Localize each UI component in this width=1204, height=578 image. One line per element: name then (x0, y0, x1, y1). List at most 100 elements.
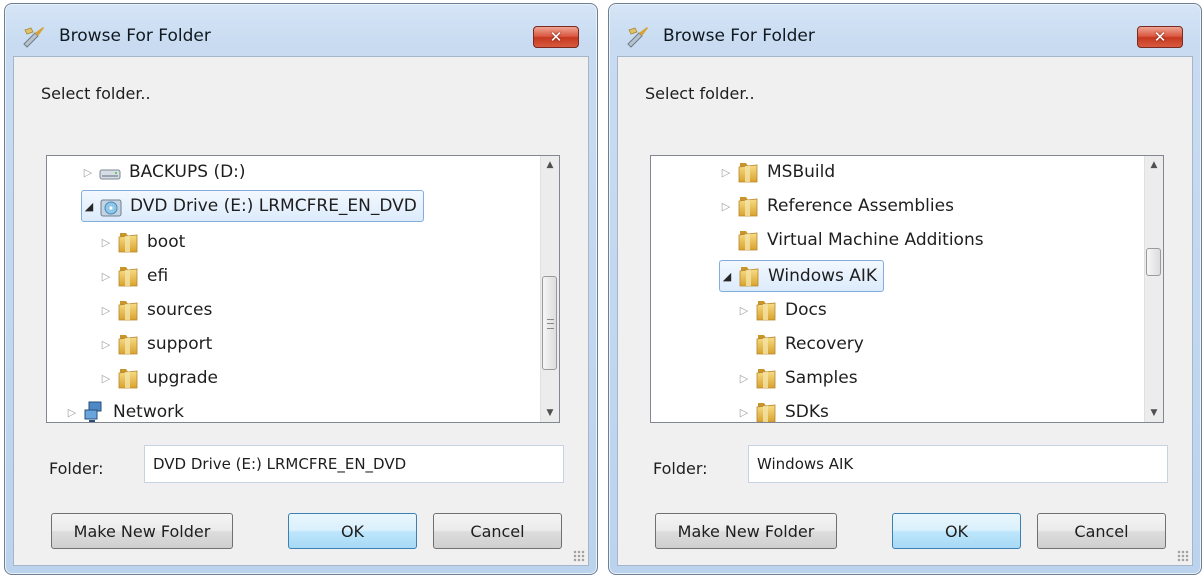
browse-for-folder-dialog: Browse For Folder ✕ Select folder.. ▷ MS… (608, 3, 1202, 575)
tree-item-label: MSBuild (767, 162, 836, 182)
folder-label: Folder: (653, 459, 708, 478)
expand-arrow-icon[interactable]: ▷ (719, 199, 733, 213)
title-bar[interactable]: Browse For Folder ✕ (5, 4, 597, 62)
dialog-title: Browse For Folder (59, 26, 211, 46)
ok-button[interactable]: OK (288, 513, 417, 549)
tree-item-label: Samples (785, 368, 858, 388)
scroll-up-arrow-icon[interactable]: ▲ (541, 156, 559, 174)
folder-icon (117, 230, 139, 254)
tree-item-samples[interactable]: ▷ Samples (737, 362, 858, 394)
scrollbar-thumb[interactable] (1146, 248, 1161, 276)
hard-drive-icon (99, 160, 121, 184)
scroll-up-arrow-icon[interactable]: ▲ (1145, 156, 1163, 174)
collapse-arrow-icon[interactable]: ◢ (82, 199, 96, 213)
expand-arrow-icon[interactable]: ▷ (65, 405, 79, 419)
ok-button[interactable]: OK (892, 513, 1021, 549)
tree-item-label: sources (147, 300, 213, 320)
tree-item-label: efi (147, 266, 169, 286)
vertical-scrollbar[interactable]: ▲ ▼ (1144, 156, 1163, 422)
expand-arrow-icon[interactable]: ▷ (81, 165, 95, 179)
dvd-drive-icon (100, 194, 122, 218)
resize-grip-icon[interactable] (573, 550, 585, 562)
tree-item-virtual-machine-additions[interactable]: Virtual Machine Additions (737, 224, 984, 256)
folder-icon (737, 194, 759, 218)
dialog-client-area: Select folder.. ▷ BACKUPS (D:) ◢ DVD Dri… (13, 56, 589, 566)
tree-item-recovery[interactable]: Recovery (755, 328, 864, 360)
browse-for-folder-dialog: Browse For Folder ✕ Select folder.. ▷ BA… (4, 3, 598, 575)
tree-item-support[interactable]: ▷ support (99, 328, 212, 360)
browse-folder-icon (625, 24, 651, 50)
expand-arrow-icon[interactable]: ▷ (737, 405, 751, 419)
close-button[interactable]: ✕ (1137, 26, 1183, 48)
expand-arrow-icon[interactable]: ▷ (737, 303, 751, 317)
folder-icon (755, 366, 777, 390)
tree-item-backups[interactable]: ▷ BACKUPS (D:) (81, 156, 246, 188)
tree-item-label: Network (113, 402, 184, 422)
expand-arrow-icon[interactable]: ▷ (99, 303, 113, 317)
tree-item-label: Docs (785, 300, 827, 320)
folder-label: Folder: (49, 459, 104, 478)
folder-path-input[interactable] (144, 445, 564, 483)
dialog-client-area: Select folder.. ▷ MSBuild ▷ Reference As… (617, 56, 1193, 566)
folder-icon (737, 160, 759, 184)
tree-item-label: Windows AIK (768, 266, 878, 286)
folder-tree[interactable]: ▷ MSBuild ▷ Reference Assemblies Virtual… (650, 155, 1164, 423)
vertical-scrollbar[interactable]: ▲ ▼ (540, 156, 559, 422)
title-bar[interactable]: Browse For Folder ✕ (609, 4, 1201, 62)
tree-item-label: upgrade (147, 368, 219, 388)
scrollbar-thumb[interactable] (542, 276, 557, 370)
expand-arrow-icon[interactable]: ▷ (737, 371, 751, 385)
folder-path-input[interactable] (748, 445, 1168, 483)
folder-icon (737, 228, 759, 252)
scroll-down-arrow-icon[interactable]: ▼ (1145, 404, 1163, 422)
folder-icon (755, 400, 777, 423)
tree-item-label: support (147, 334, 213, 354)
folder-icon (755, 332, 777, 356)
tree-item-label: SDKs (785, 402, 829, 422)
folder-icon (117, 332, 139, 356)
tree-item-label: Recovery (785, 334, 864, 354)
grip-lines-icon (547, 319, 554, 329)
cancel-button[interactable]: Cancel (433, 513, 562, 549)
network-icon (83, 400, 105, 423)
make-new-folder-button[interactable]: Make New Folder (655, 513, 837, 549)
close-icon: ✕ (549, 28, 563, 46)
expand-arrow-icon[interactable]: ▷ (99, 337, 113, 351)
tree-item-reference-assemblies[interactable]: ▷ Reference Assemblies (719, 190, 954, 222)
collapse-arrow-icon[interactable]: ◢ (720, 269, 734, 283)
expand-arrow-icon[interactable]: ▷ (99, 235, 113, 249)
tree-item-label: DVD Drive (E:) LRMCFRE_EN_DVD (130, 196, 417, 216)
tree-item-windows-aik[interactable]: ◢ Windows AIK (719, 260, 885, 292)
close-button[interactable]: ✕ (533, 26, 579, 48)
folder-icon (117, 264, 139, 288)
tree-item-boot[interactable]: ▷ boot (99, 226, 185, 258)
tree-item-dvd-drive[interactable]: ◢ DVD Drive (E:) LRMCFRE_EN_DVD (81, 190, 424, 222)
tree-item-label: BACKUPS (D:) (129, 162, 246, 182)
tree-item-sdks[interactable]: ▷ SDKs (737, 396, 829, 423)
tree-item-upgrade[interactable]: ▷ upgrade (99, 362, 218, 394)
tree-item-docs[interactable]: ▷ Docs (737, 294, 827, 326)
prompt-text: Select folder.. (645, 84, 755, 103)
folder-tree[interactable]: ▷ BACKUPS (D:) ◢ DVD Drive (E:) LRMCFRE_… (46, 155, 560, 423)
resize-grip-icon[interactable] (1177, 550, 1189, 562)
cancel-button[interactable]: Cancel (1037, 513, 1166, 549)
tree-item-network[interactable]: ▷ Network (65, 396, 184, 423)
make-new-folder-button[interactable]: Make New Folder (51, 513, 233, 549)
tree-item-label: Reference Assemblies (767, 196, 954, 216)
folder-icon (738, 264, 760, 288)
expand-arrow-icon[interactable]: ▷ (99, 371, 113, 385)
expand-arrow-icon[interactable]: ▷ (99, 269, 113, 283)
close-icon: ✕ (1153, 28, 1167, 46)
scroll-down-arrow-icon[interactable]: ▼ (541, 404, 559, 422)
tree-item-sources[interactable]: ▷ sources (99, 294, 212, 326)
dialog-title: Browse For Folder (663, 26, 815, 46)
prompt-text: Select folder.. (41, 84, 151, 103)
folder-icon (755, 298, 777, 322)
browse-folder-icon (21, 24, 47, 50)
tree-item-efi[interactable]: ▷ efi (99, 260, 168, 292)
expand-arrow-icon[interactable]: ▷ (719, 165, 733, 179)
folder-icon (117, 298, 139, 322)
tree-item-msbuild[interactable]: ▷ MSBuild (719, 156, 835, 188)
tree-item-label: boot (147, 232, 186, 252)
folder-icon (117, 366, 139, 390)
